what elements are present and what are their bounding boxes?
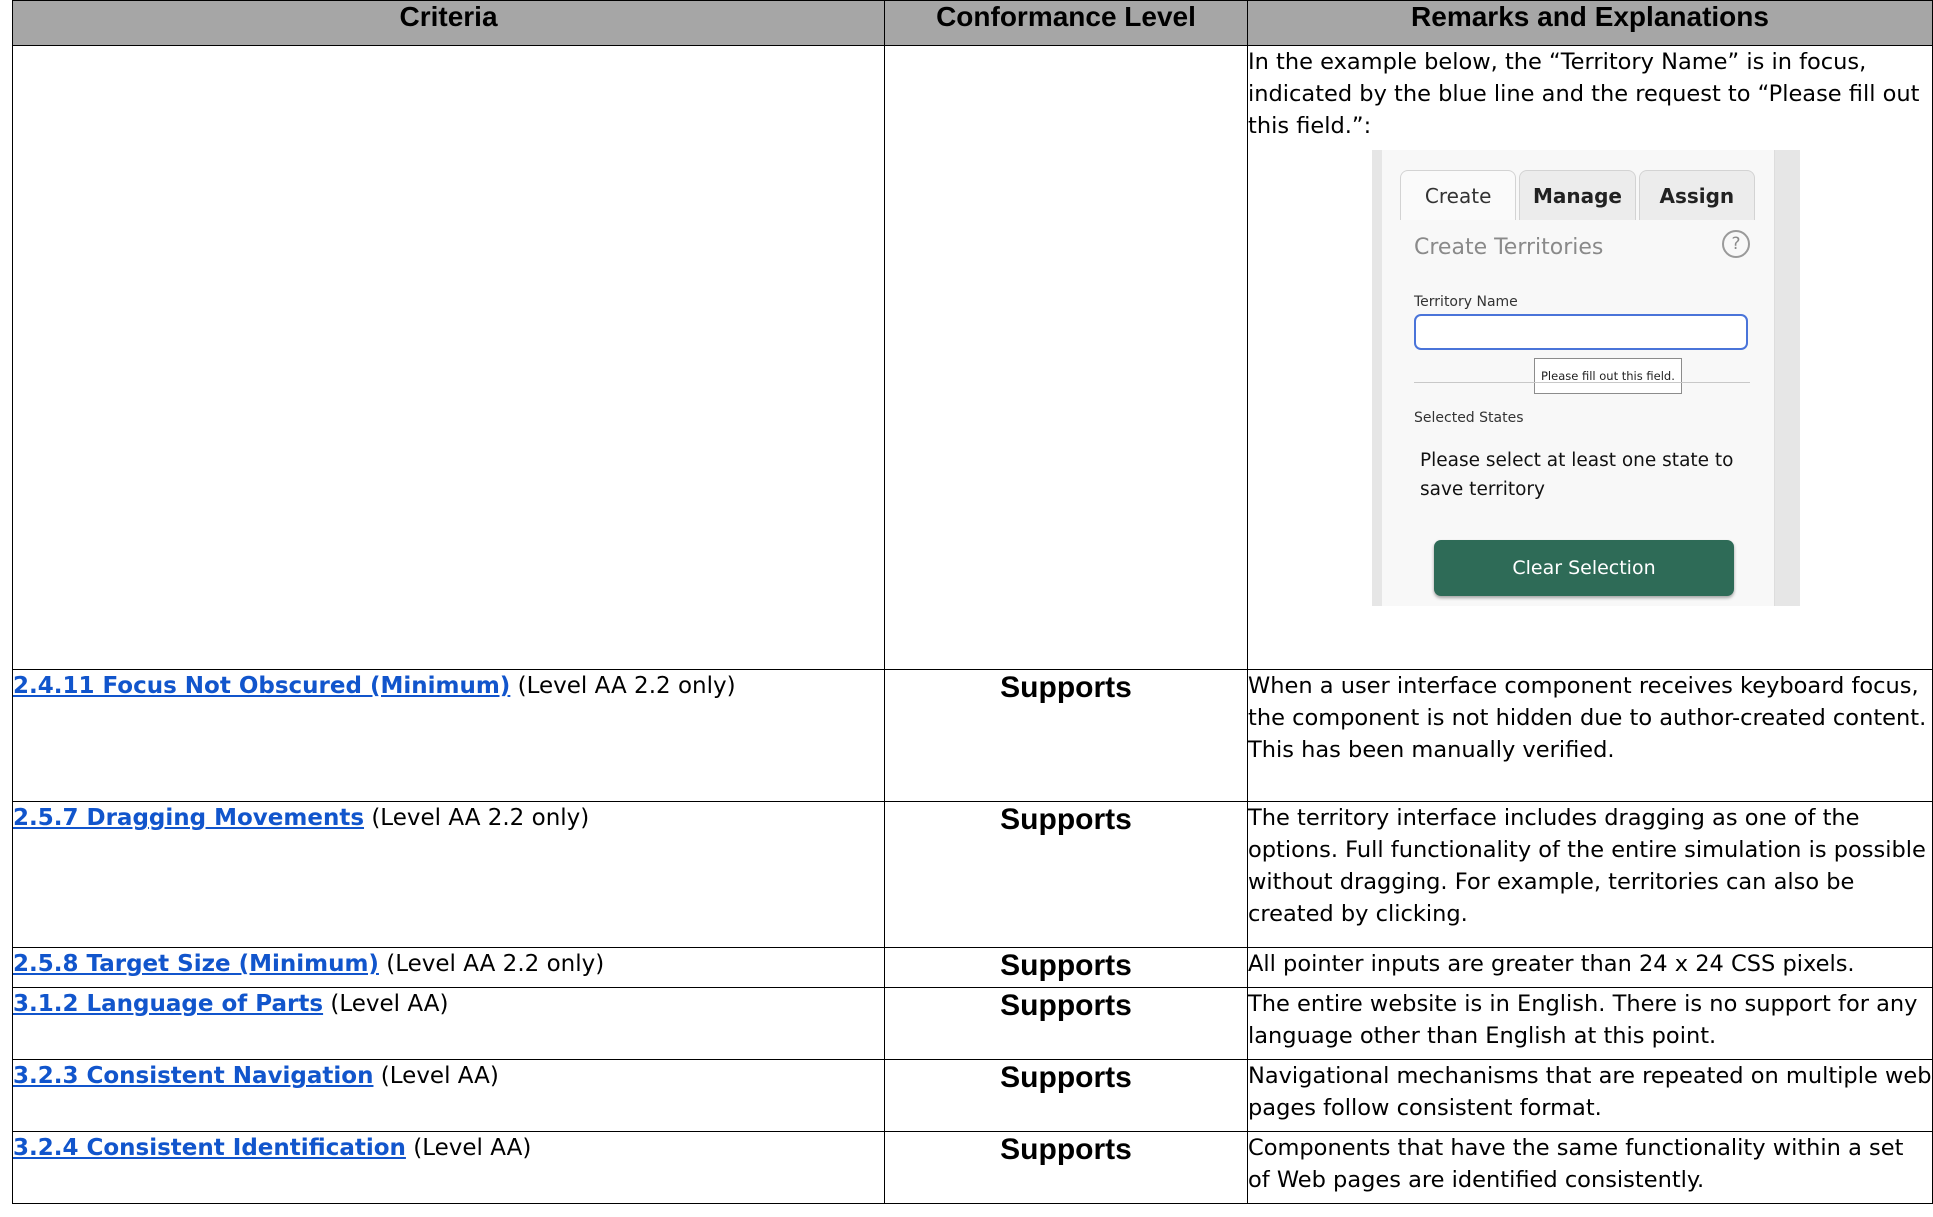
- criterion-link[interactable]: 3.1.2 Language of Parts: [13, 991, 323, 1017]
- table-row: 3.1.2 Language of Parts (Level AA) Suppo…: [12, 987, 1933, 1060]
- criterion-link[interactable]: 3.2.3 Consistent Navigation: [13, 1063, 373, 1089]
- tab-manage[interactable]: Manage: [1519, 170, 1636, 220]
- criterion-level-note: (Level AA 2.2 only): [364, 805, 590, 831]
- table-row: 2.5.7 Dragging Movements (Level AA 2.2 o…: [12, 801, 1933, 948]
- criteria-cell: 2.4.11 Focus Not Obscured (Minimum) (Lev…: [12, 669, 885, 802]
- help-icon[interactable]: ?: [1722, 230, 1750, 258]
- criterion-level-note: (Level AA 2.2 only): [378, 951, 605, 977]
- selected-states-label: Selected States: [1414, 410, 1524, 426]
- tab-assign[interactable]: Assign: [1638, 170, 1755, 220]
- criterion-link[interactable]: 2.4.11 Focus Not Obscured (Minimum): [13, 673, 510, 699]
- conformance-table: Criteria Conformance Level Remarks and E…: [12, 0, 1933, 1204]
- conformance-level: Supports: [884, 1131, 1248, 1204]
- header-criteria: Criteria: [12, 0, 885, 46]
- table-row-continued: In the example below, the “Territory Nam…: [12, 45, 1933, 670]
- tab-create[interactable]: Create: [1400, 170, 1517, 220]
- criterion-level-note: (Level AA): [405, 1135, 532, 1161]
- criterion-level-note: (Level AA): [373, 1063, 499, 1089]
- criterion-level-note: (Level AA 2.2 only): [510, 673, 736, 699]
- criteria-cell: 3.1.2 Language of Parts (Level AA): [12, 987, 885, 1060]
- states-message: Please select at least one state to save…: [1420, 450, 1734, 500]
- table-row: 2.5.8 Target Size (Minimum) (Level AA 2.…: [12, 947, 1933, 988]
- header-remarks: Remarks and Explanations: [1247, 0, 1933, 46]
- criteria-cell: 2.5.7 Dragging Movements (Level AA 2.2 o…: [12, 801, 885, 948]
- conformance-level: Supports: [884, 987, 1248, 1060]
- table-row: 3.2.4 Consistent Identification (Level A…: [12, 1131, 1933, 1204]
- criteria-cell: 3.2.4 Consistent Identification (Level A…: [12, 1131, 885, 1204]
- divider: [1414, 382, 1750, 383]
- criterion-level-note: (Level AA): [323, 991, 449, 1017]
- criterion-link[interactable]: 2.5.7 Dragging Movements: [13, 805, 364, 831]
- remarks-text: In the example below, the “Territory Nam…: [1248, 49, 1920, 139]
- remarks-cell: Components that have the same functional…: [1247, 1131, 1933, 1204]
- territory-panel: Create Manage Assign Create Territories …: [1382, 150, 1775, 606]
- tab-bar: Create Manage Assign: [1400, 170, 1758, 220]
- criterion-link[interactable]: 3.2.4 Consistent Identification: [13, 1135, 406, 1161]
- remarks-cell: The entire website is in English. There …: [1247, 987, 1933, 1060]
- header-row: Criteria Conformance Level Remarks and E…: [12, 0, 1933, 46]
- remarks-cell: Navigational mechanisms that are repeate…: [1247, 1059, 1933, 1132]
- criterion-link[interactable]: 2.5.8 Target Size (Minimum): [13, 951, 379, 977]
- table-row: 2.4.11 Focus Not Obscured (Minimum) (Lev…: [12, 669, 1933, 802]
- conformance-level: Supports: [884, 801, 1248, 948]
- criteria-cell-empty: [12, 45, 885, 670]
- criteria-cell: 3.2.3 Consistent Navigation (Level AA): [12, 1059, 885, 1132]
- remarks-cell: All pointer inputs are greater than 24 x…: [1247, 947, 1933, 988]
- clear-selection-button[interactable]: Clear Selection: [1434, 540, 1734, 596]
- territory-screenshot: Create Manage Assign Create Territories …: [1372, 150, 1800, 606]
- table-row: 3.2.3 Consistent Navigation (Level AA) S…: [12, 1059, 1933, 1132]
- header-conformance-level: Conformance Level: [884, 0, 1248, 46]
- territory-name-input[interactable]: [1414, 314, 1748, 350]
- remarks-cell: The territory interface includes draggin…: [1247, 801, 1933, 948]
- panel-title: Create Territories: [1414, 235, 1604, 260]
- conformance-level: Supports: [884, 947, 1248, 988]
- remarks-cell: In the example below, the “Territory Nam…: [1247, 45, 1933, 670]
- validation-tooltip: Please fill out this field.: [1534, 358, 1682, 394]
- level-cell-empty: [884, 45, 1248, 670]
- conformance-level: Supports: [884, 669, 1248, 802]
- criteria-cell: 2.5.8 Target Size (Minimum) (Level AA 2.…: [12, 947, 885, 988]
- conformance-level: Supports: [884, 1059, 1248, 1132]
- remarks-cell: When a user interface component receives…: [1247, 669, 1933, 802]
